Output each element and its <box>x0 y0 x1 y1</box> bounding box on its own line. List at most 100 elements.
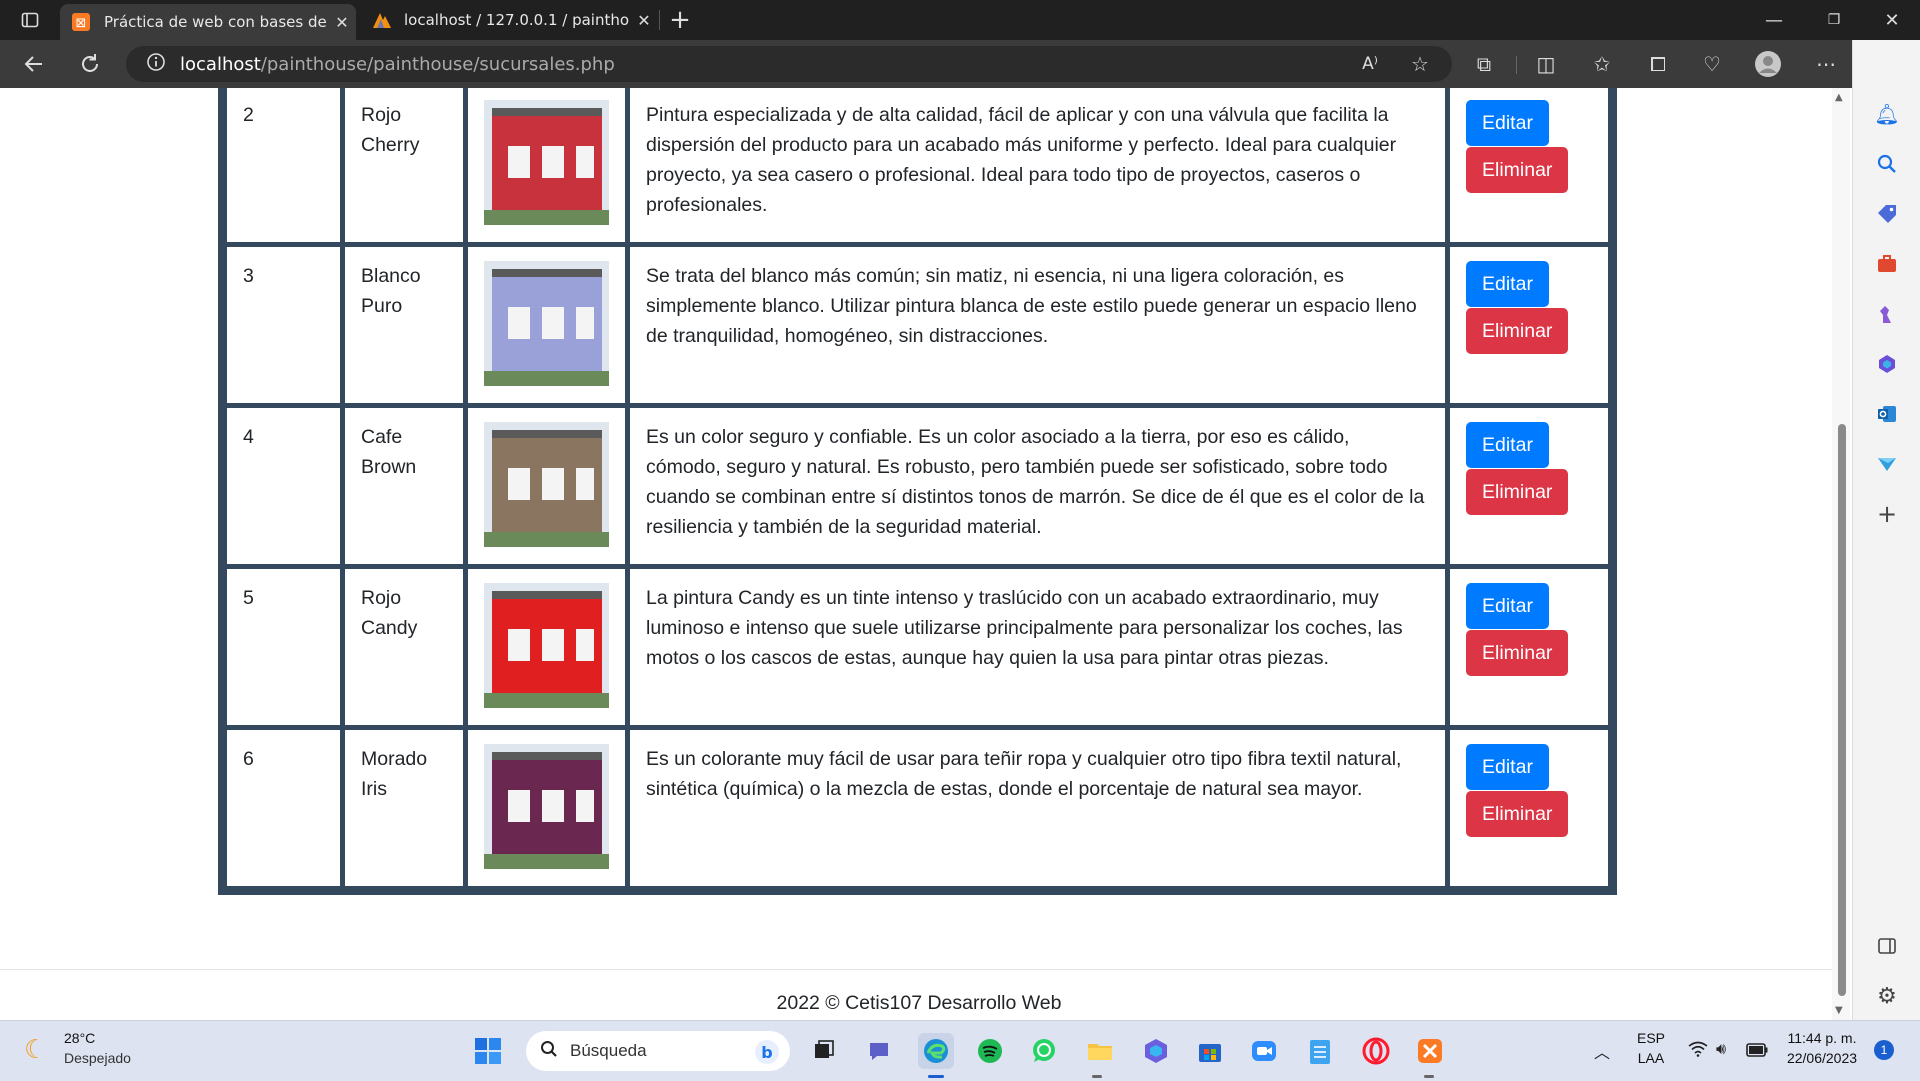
edit-button[interactable]: Editar <box>1466 744 1549 790</box>
microsoft365-icon[interactable] <box>1873 350 1901 378</box>
games-icon[interactable] <box>1873 300 1901 328</box>
description-cell: Pintura especializada y de alta calidad,… <box>625 88 1450 247</box>
actions-cell: Editar Eliminar <box>1445 725 1613 891</box>
restore-icon[interactable]: ❐ <box>1804 0 1864 40</box>
task-view-icon[interactable] <box>806 1033 842 1069</box>
house-photo <box>484 744 609 869</box>
description-text: La pintura Candy es un tinte intenso y t… <box>646 587 1403 669</box>
tab-actions-icon[interactable] <box>12 2 48 38</box>
description-text: Es un colorante muy fácil de usar para t… <box>646 748 1402 800</box>
read-aloud-icon[interactable]: A⁾ <box>1352 46 1388 82</box>
id-cell: 3 <box>222 242 345 408</box>
shopping-tag-icon[interactable] <box>1873 200 1901 228</box>
opera-icon[interactable] <box>1358 1033 1394 1069</box>
refresh-icon[interactable] <box>72 46 108 82</box>
footer-text: 2022 © Cetis107 Desarrollo Web <box>776 992 1062 1014</box>
window-close-icon[interactable]: ✕ <box>1862 0 1920 40</box>
tab-practica[interactable]: ⊠ Práctica de web con bases de da ✕ <box>60 4 356 40</box>
spotify-icon[interactable] <box>972 1033 1008 1069</box>
image-cell <box>463 88 630 247</box>
favorites-icon[interactable]: ✩ <box>1584 46 1620 82</box>
delete-button[interactable]: Eliminar <box>1466 791 1569 837</box>
footer-divider <box>0 969 1838 970</box>
drop-send-icon[interactable] <box>1873 450 1901 478</box>
row-id: 4 <box>243 426 254 448</box>
collections-icon[interactable]: ⧠ <box>1640 46 1676 82</box>
edge-browser-icon[interactable] <box>918 1033 954 1069</box>
zoom-icon[interactable] <box>1246 1033 1282 1069</box>
show-hidden-icons-chevron-up-icon[interactable]: ︿ <box>1594 1039 1610 1063</box>
site-info-icon[interactable] <box>146 52 166 77</box>
language-line2[interactable]: LAA <box>1636 1050 1666 1066</box>
delete-button[interactable]: Eliminar <box>1466 469 1569 515</box>
browser-essentials-icon[interactable]: ♡ <box>1694 46 1730 82</box>
new-tab-button[interactable]: + <box>662 2 698 38</box>
edit-button[interactable]: Editar <box>1466 422 1549 468</box>
weather-desc[interactable]: Despejado <box>64 1050 131 1066</box>
row-id: 6 <box>243 748 254 770</box>
edit-button[interactable]: Editar <box>1466 583 1549 629</box>
whatsapp-icon[interactable] <box>1026 1033 1062 1069</box>
volume-icon[interactable]: 🔊︎ <box>1716 1039 1726 1059</box>
taskbar-search[interactable]: Búsqueda b <box>526 1031 790 1071</box>
clock-time[interactable]: 11:44 p. m. <box>1782 1030 1862 1046</box>
table-row: 2 Rojo Cherry Pintura especializada y de al… <box>222 88 1613 247</box>
windows-taskbar: ☾ 28°C Despejado Búsqueda b ︿ ESP LAA 🔊︎… <box>0 1020 1920 1081</box>
edit-button[interactable]: Editar <box>1466 100 1549 146</box>
edit-button[interactable]: Editar <box>1466 261 1549 307</box>
id-cell: 5 <box>222 564 345 730</box>
xampp-taskbar-icon[interactable] <box>1412 1033 1448 1069</box>
notification-badge[interactable]: 1 <box>1874 1040 1894 1060</box>
profile-avatar-icon[interactable] <box>1750 46 1786 82</box>
split-screen-icon[interactable]: ◫ <box>1528 46 1564 82</box>
windows-start-icon[interactable] <box>470 1033 506 1069</box>
clock-date[interactable]: 22/06/2023 <box>1782 1050 1862 1066</box>
products-table: 2 Rojo Cherry Pintura especializada y de al… <box>218 88 1617 895</box>
weather-moon-icon[interactable]: ☾ <box>24 1035 47 1065</box>
wifi-icon[interactable] <box>1688 1041 1708 1061</box>
favorite-star-icon[interactable]: ☆ <box>1402 46 1438 82</box>
close-tab-icon[interactable]: ✕ <box>630 11 658 30</box>
toolbar: localhost/painthouse/painthouse/sucursal… <box>0 40 1920 88</box>
file-explorer-icon[interactable] <box>1082 1033 1118 1069</box>
image-cell <box>463 242 630 408</box>
back-icon[interactable] <box>16 46 52 82</box>
svg-text:⊠: ⊠ <box>76 16 87 31</box>
close-tab-icon[interactable]: ✕ <box>328 13 356 32</box>
microsoft-store-icon[interactable] <box>1192 1033 1228 1069</box>
tab-title: localhost / 127.0.0.1 / painthouse <box>404 11 630 29</box>
add-sidebar-app-icon[interactable]: + <box>1873 500 1901 528</box>
notifications-bell-icon[interactable]: 🔔︎ <box>1873 100 1901 128</box>
search-placeholder: Búsqueda <box>570 1041 647 1060</box>
more-menu-icon[interactable]: ⋯ <box>1808 46 1844 82</box>
delete-button[interactable]: Eliminar <box>1466 147 1569 193</box>
hide-sidebar-icon[interactable] <box>1873 932 1901 960</box>
scrollbar-thumb[interactable] <box>1838 424 1846 996</box>
house-photo <box>484 422 609 547</box>
description-text: Se trata del blanco más común; sin matiz… <box>646 265 1417 347</box>
image-cell <box>463 403 630 569</box>
name-cell: Rojo Candy <box>340 564 468 730</box>
copilot-app-icon[interactable] <box>1138 1033 1174 1069</box>
language-line1[interactable]: ESP <box>1636 1030 1666 1046</box>
delete-button[interactable]: Eliminar <box>1466 308 1569 354</box>
delete-button[interactable]: Eliminar <box>1466 630 1569 676</box>
battery-icon[interactable] <box>1746 1042 1768 1061</box>
sidebar-settings-gear-icon[interactable]: ⚙ <box>1873 982 1901 1010</box>
notepad-icon[interactable] <box>1302 1033 1338 1069</box>
extensions-icon[interactable]: ⧉ <box>1466 46 1502 82</box>
table-row: 5 Rojo Candy La pintura Candy es un tinte i… <box>222 564 1613 730</box>
address-bar[interactable]: localhost/painthouse/painthouse/sucursal… <box>126 46 1452 82</box>
scroll-down-icon[interactable]: ▼ <box>1835 1005 1843 1016</box>
color-name-line1: Rojo <box>361 587 402 609</box>
minimize-icon[interactable]: — <box>1744 0 1804 40</box>
sidebar-search-icon[interactable] <box>1873 150 1901 178</box>
tools-briefcase-icon[interactable] <box>1873 250 1901 278</box>
outlook-icon[interactable] <box>1873 400 1901 428</box>
teams-chat-icon[interactable] <box>862 1033 898 1069</box>
tab-phpmyadmin[interactable]: localhost / 127.0.0.1 / painthouse ✕ <box>360 0 658 40</box>
scroll-up-icon[interactable]: ▲ <box>1835 92 1843 103</box>
weather-temp[interactable]: 28°C <box>64 1030 95 1046</box>
page-scrollbar[interactable]: ▲ ▼ <box>1832 88 1850 1020</box>
table-row: 3 Blanco Puro Se trata del blanco más común… <box>222 242 1613 408</box>
